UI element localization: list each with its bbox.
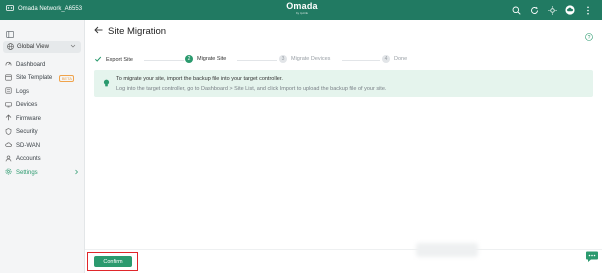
- sidebar-item-label: Settings: [16, 169, 38, 176]
- sidebar-item-devices[interactable]: Devices: [0, 99, 85, 113]
- lightbulb-icon: [103, 75, 110, 93]
- step-label: Export Site: [106, 57, 133, 63]
- cloud-icon: [5, 141, 12, 150]
- chat-support-icon[interactable]: [585, 250, 599, 262]
- network-name: Omada Network_A6553: [18, 6, 83, 12]
- step-done: 4 Done: [382, 55, 407, 63]
- sidebar-item-label: Logs: [16, 88, 30, 95]
- sidebar-item-accounts[interactable]: Accounts: [0, 153, 85, 167]
- cloud-account-icon[interactable]: [564, 4, 576, 16]
- accounts-icon: [5, 155, 12, 164]
- back-arrow-icon[interactable]: [94, 26, 103, 37]
- gear-icon: [5, 168, 12, 177]
- dashboard-icon: [5, 60, 12, 69]
- step-export-site: Export Site: [94, 55, 133, 65]
- svg-text:?: ?: [588, 35, 591, 41]
- sidebar-item-label: Devices: [16, 102, 38, 109]
- global-view-label: Global View: [17, 44, 49, 50]
- step-number: 3: [279, 55, 287, 63]
- check-icon: [94, 55, 102, 65]
- step-migrate-devices: 3 Migrate Devices: [279, 55, 330, 63]
- globe-icon: [7, 42, 14, 52]
- blurred-overlay: [416, 243, 478, 257]
- top-bar: Omada Network_A6553 Omada by tp-link: [0, 0, 602, 20]
- footer-bar: Confirm: [85, 249, 602, 273]
- info-detail: Log into the target controller, go to Da…: [116, 86, 387, 92]
- global-view-selector[interactable]: Global View: [3, 41, 81, 53]
- devices-icon: [5, 101, 12, 110]
- network-icon: [6, 4, 14, 14]
- step-label: Done: [394, 56, 408, 62]
- logo-subtext: by tp-link: [295, 11, 308, 15]
- logo-text: Omada: [286, 1, 318, 11]
- logs-icon: [5, 87, 12, 96]
- omada-logo: Omada by tp-link: [284, 1, 320, 16]
- theme-sun-icon[interactable]: [546, 4, 558, 16]
- sidebar-item-settings[interactable]: Settings: [0, 166, 85, 180]
- step-label: Migrate Site: [197, 56, 227, 62]
- network-selector[interactable]: Omada Network_A6553: [6, 4, 82, 14]
- refresh-icon[interactable]: [528, 4, 540, 16]
- info-banner: To migrate your site, import the backup …: [94, 70, 593, 97]
- sidebar-item-sd-wan[interactable]: SD-WAN: [0, 139, 85, 153]
- step-number: 2: [185, 55, 193, 63]
- sidebar-item-security[interactable]: Security: [0, 126, 85, 140]
- chevron-down-icon: [70, 43, 76, 51]
- confirm-button[interactable]: Confirm: [94, 256, 132, 267]
- main-content: Site Migration ? Export Site 2 Migrate S…: [85, 20, 602, 273]
- sidebar: Global View Dashboard Site Template BETA…: [0, 20, 85, 273]
- page-title: Site Migration: [108, 26, 167, 37]
- step-connector: [342, 59, 380, 61]
- sidebar-item-dashboard[interactable]: Dashboard: [0, 58, 85, 72]
- step-migrate-site: 2 Migrate Site: [185, 55, 226, 63]
- help-icon[interactable]: ?: [585, 28, 593, 46]
- beta-badge: BETA: [59, 74, 75, 82]
- step-connector: [144, 59, 184, 61]
- sidebar-item-label: SD-WAN: [16, 142, 41, 149]
- more-vertical-icon[interactable]: [582, 4, 594, 16]
- sidebar-item-label: Dashboard: [16, 61, 46, 68]
- step-connector: [237, 59, 277, 61]
- firmware-icon: [5, 114, 12, 123]
- sidebar-item-firmware[interactable]: Firmware: [0, 112, 85, 126]
- step-label: Migrate Devices: [291, 56, 331, 62]
- info-heading: To migrate your site, import the backup …: [116, 76, 283, 82]
- sidebar-item-label: Firmware: [16, 115, 41, 122]
- sidebar-item-label: Security: [16, 129, 38, 136]
- sidebar-item-label: Accounts: [16, 156, 41, 163]
- template-icon: [5, 74, 12, 83]
- chevron-right-icon: [74, 169, 79, 177]
- search-icon[interactable]: [510, 4, 522, 16]
- sidebar-item-logs[interactable]: Logs: [0, 85, 85, 99]
- sidebar-item-site-template[interactable]: Site Template BETA: [0, 72, 85, 86]
- shield-icon: [5, 128, 12, 137]
- step-number: 4: [382, 55, 390, 63]
- sidebar-item-label: Site Template: [16, 75, 53, 82]
- migration-steps: Export Site 2 Migrate Site 3 Migrate Dev…: [94, 55, 509, 65]
